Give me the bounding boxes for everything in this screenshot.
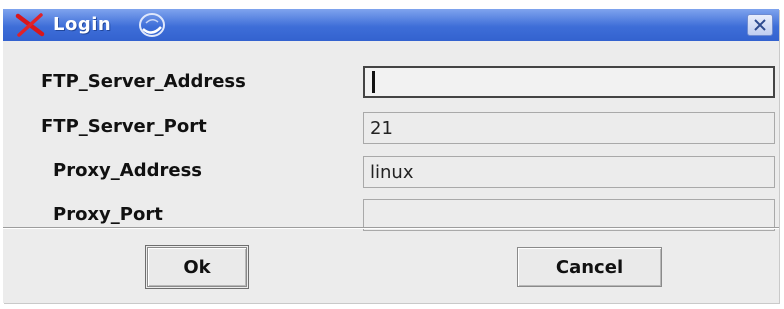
- proxy-port-label: Proxy_Port: [53, 204, 163, 225]
- close-button[interactable]: [747, 14, 773, 36]
- login-dialog: Login FTP_Server_Address FTP_Server_Port…: [3, 9, 779, 303]
- ftp-server-port-label: FTP_Server_Port: [41, 116, 207, 137]
- close-icon: [754, 19, 766, 31]
- ftp-server-address-input[interactable]: [363, 66, 775, 98]
- text-cursor: [372, 71, 375, 93]
- ok-button[interactable]: Ok: [145, 245, 249, 289]
- window-title: Login: [53, 14, 112, 35]
- ftp-server-address-label: FTP_Server_Address: [41, 71, 246, 92]
- proxy-address-input[interactable]: [363, 156, 775, 188]
- cancel-button[interactable]: Cancel: [517, 247, 662, 287]
- ftp-server-port-input[interactable]: [363, 112, 775, 144]
- title-bar[interactable]: Login: [3, 9, 779, 41]
- login-form: FTP_Server_Address FTP_Server_Port Proxy…: [3, 41, 779, 231]
- swirl-icon: [137, 11, 167, 39]
- red-x-icon: [15, 13, 45, 37]
- proxy-address-label: Proxy_Address: [53, 160, 202, 181]
- separator: [3, 227, 779, 229]
